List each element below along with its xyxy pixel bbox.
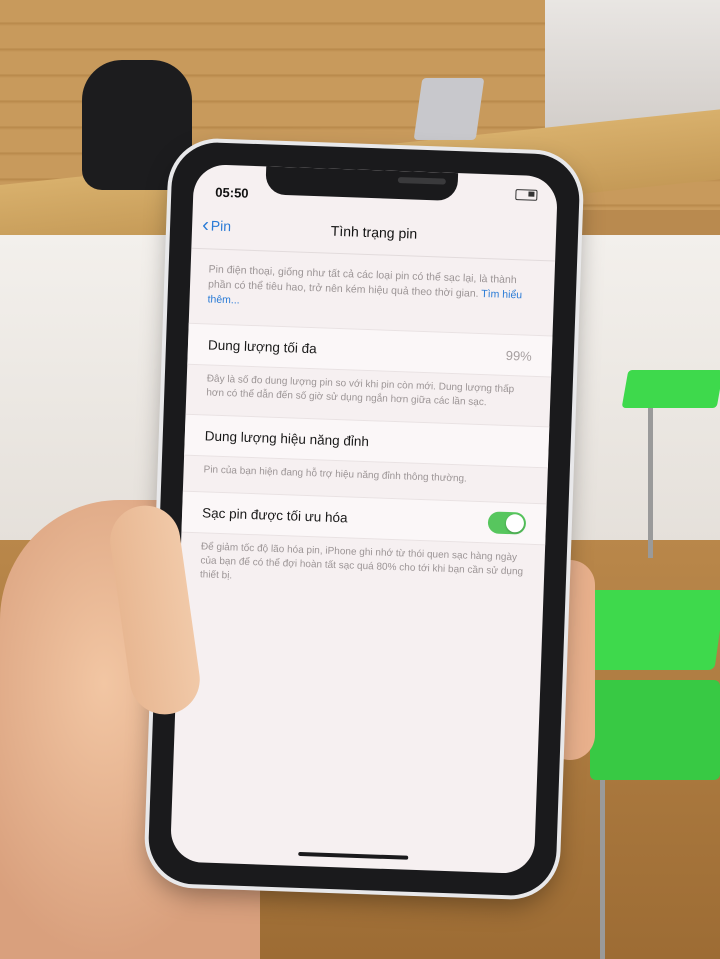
home-indicator[interactable] xyxy=(298,851,409,860)
phone-screen: 05:50 ‹ Pin Tình trạng pin Pin điện thoạ… xyxy=(169,163,559,875)
max-capacity-label: Dung lượng tối đa xyxy=(207,336,317,356)
intro-text: Pin điện thoại, giống như tất cả các loạ… xyxy=(189,248,555,330)
intro-description: Pin điện thoại, giống như tất cả các loạ… xyxy=(207,263,517,300)
background-laptop xyxy=(413,78,485,140)
battery-icon xyxy=(515,189,538,201)
background-stool-leg xyxy=(648,408,653,558)
page-title: Tình trạng pin xyxy=(330,222,418,242)
background-stool xyxy=(621,370,720,408)
status-time: 05:50 xyxy=(215,184,249,201)
optimized-charging-toggle[interactable] xyxy=(487,511,527,535)
optimized-charging-label: Sạc pin được tối ưu hóa xyxy=(201,504,348,525)
settings-content: Pin điện thoại, giống như tất cả các loạ… xyxy=(179,248,555,602)
optimized-charging-note: Để giảm tốc độ lão hóa pin, iPhone ghi n… xyxy=(199,541,524,582)
phone: 05:50 ‹ Pin Tình trạng pin Pin điện thoạ… xyxy=(147,141,581,897)
background-stool xyxy=(590,680,720,780)
speaker xyxy=(397,176,446,185)
peak-performance-label: Dung lượng hiệu năng đỉnh xyxy=(204,427,370,449)
max-capacity-value: 99% xyxy=(505,347,533,364)
background-stool-leg xyxy=(600,780,605,959)
notch xyxy=(265,166,459,202)
